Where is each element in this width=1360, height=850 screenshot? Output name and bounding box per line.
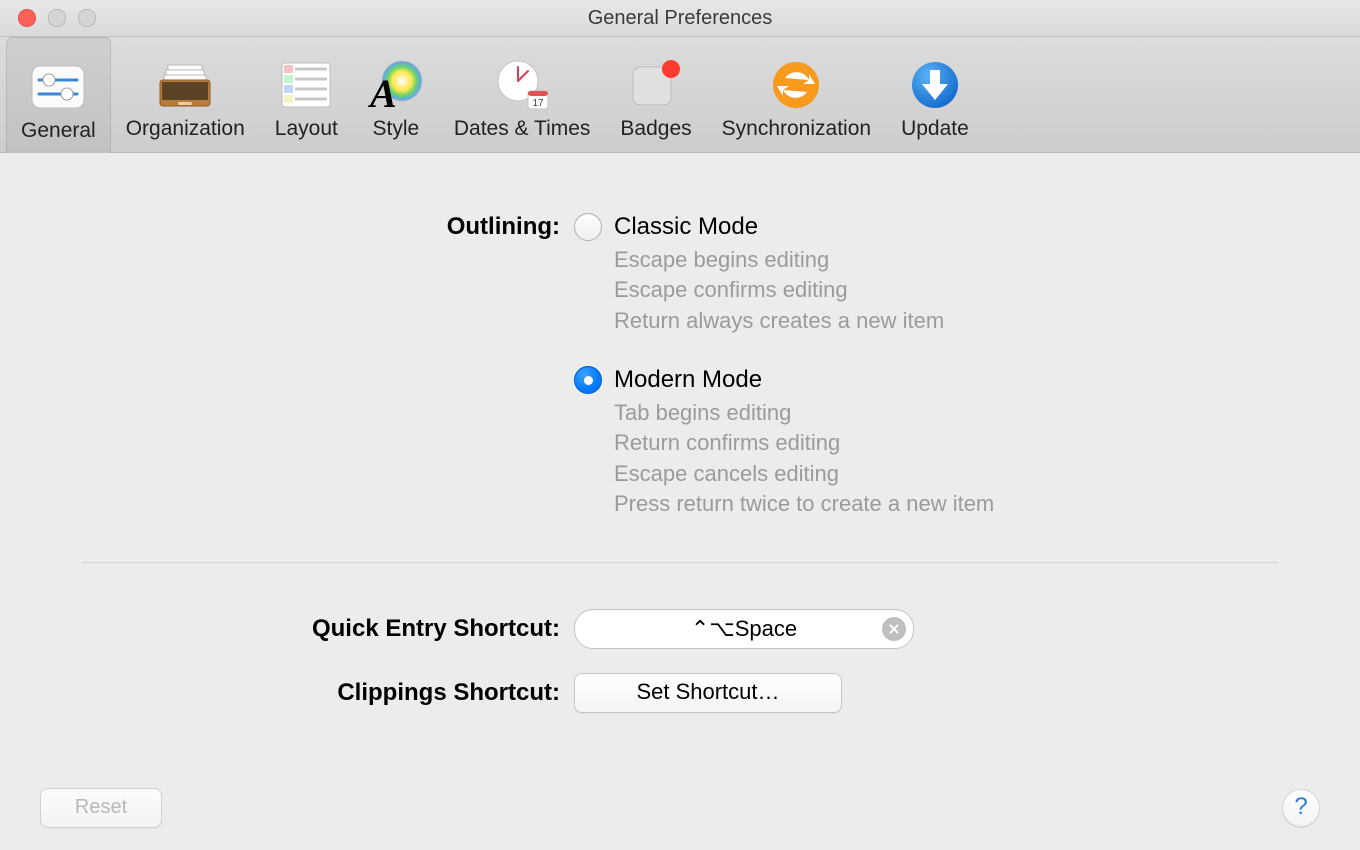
zoom-window-button[interactable]	[78, 9, 96, 27]
tab-label: Synchronization	[722, 117, 871, 141]
preferences-toolbar: General Organization Layout	[0, 37, 1360, 153]
drawer-icon	[157, 57, 213, 113]
titlebar: General Preferences	[0, 0, 1360, 37]
set-clippings-shortcut-button[interactable]: Set Shortcut…	[574, 673, 842, 713]
tab-label: General	[21, 119, 96, 143]
sync-icon	[768, 57, 824, 113]
clock-calendar-icon: 17	[494, 57, 550, 113]
tab-layout[interactable]: Layout	[260, 37, 353, 152]
footer: Reset ?	[0, 788, 1360, 828]
tab-label: Badges	[620, 117, 691, 141]
minimize-window-button[interactable]	[48, 9, 66, 27]
preferences-content: Outlining: Classic Mode Escape begins ed…	[0, 153, 1360, 713]
style-icon: A	[368, 57, 424, 113]
tab-style[interactable]: A Style	[353, 37, 439, 152]
section-outlining: Outlining: Classic Mode Escape begins ed…	[40, 213, 1320, 520]
section-divider	[82, 562, 1278, 563]
label-quick-entry: Quick Entry Shortcut:	[40, 615, 560, 643]
tab-synchronization[interactable]: Synchronization	[707, 37, 886, 152]
reset-button[interactable]: Reset	[40, 788, 162, 828]
sliders-icon	[30, 59, 86, 115]
tab-dates-times[interactable]: 17 Dates & Times	[439, 37, 606, 152]
quick-entry-shortcut-field[interactable]: ⌃⌥Space	[574, 609, 914, 649]
tab-update[interactable]: Update	[886, 37, 984, 152]
radio-label: Modern Mode	[614, 366, 762, 394]
radio-classic-mode[interactable]: Classic Mode	[574, 213, 1320, 241]
radio-icon	[574, 213, 602, 241]
classic-mode-description: Escape begins editing Escape confirms ed…	[614, 245, 1320, 336]
help-button[interactable]: ?	[1282, 789, 1320, 827]
label-clippings: Clippings Shortcut:	[40, 679, 560, 707]
modern-mode-description: Tab begins editing Return confirms editi…	[614, 398, 1320, 519]
window-controls	[18, 9, 96, 27]
tab-organization[interactable]: Organization	[111, 37, 260, 152]
tab-label: Update	[901, 117, 969, 141]
close-window-button[interactable]	[18, 9, 36, 27]
layout-icon	[278, 57, 334, 113]
radio-icon	[574, 366, 602, 394]
tab-badges[interactable]: Badges	[605, 37, 706, 152]
section-label-outlining: Outlining:	[40, 213, 560, 241]
svg-text:17: 17	[533, 98, 545, 109]
badge-icon	[628, 57, 684, 113]
tab-label: Layout	[275, 117, 338, 141]
shortcut-value: ⌃⌥Space	[691, 616, 797, 642]
svg-text:A: A	[368, 71, 397, 111]
window-title: General Preferences	[0, 7, 1360, 30]
row-clippings-shortcut: Clippings Shortcut: Set Shortcut…	[40, 673, 1320, 713]
radio-label: Classic Mode	[614, 213, 758, 241]
radio-modern-mode[interactable]: Modern Mode	[574, 366, 1320, 394]
row-quick-entry-shortcut: Quick Entry Shortcut: ⌃⌥Space	[40, 609, 1320, 649]
download-icon	[907, 57, 963, 113]
tab-general[interactable]: General	[6, 37, 111, 153]
tab-label: Dates & Times	[454, 117, 591, 141]
clear-shortcut-icon[interactable]	[882, 617, 906, 641]
tab-label: Organization	[126, 117, 245, 141]
tab-label: Style	[373, 117, 420, 141]
